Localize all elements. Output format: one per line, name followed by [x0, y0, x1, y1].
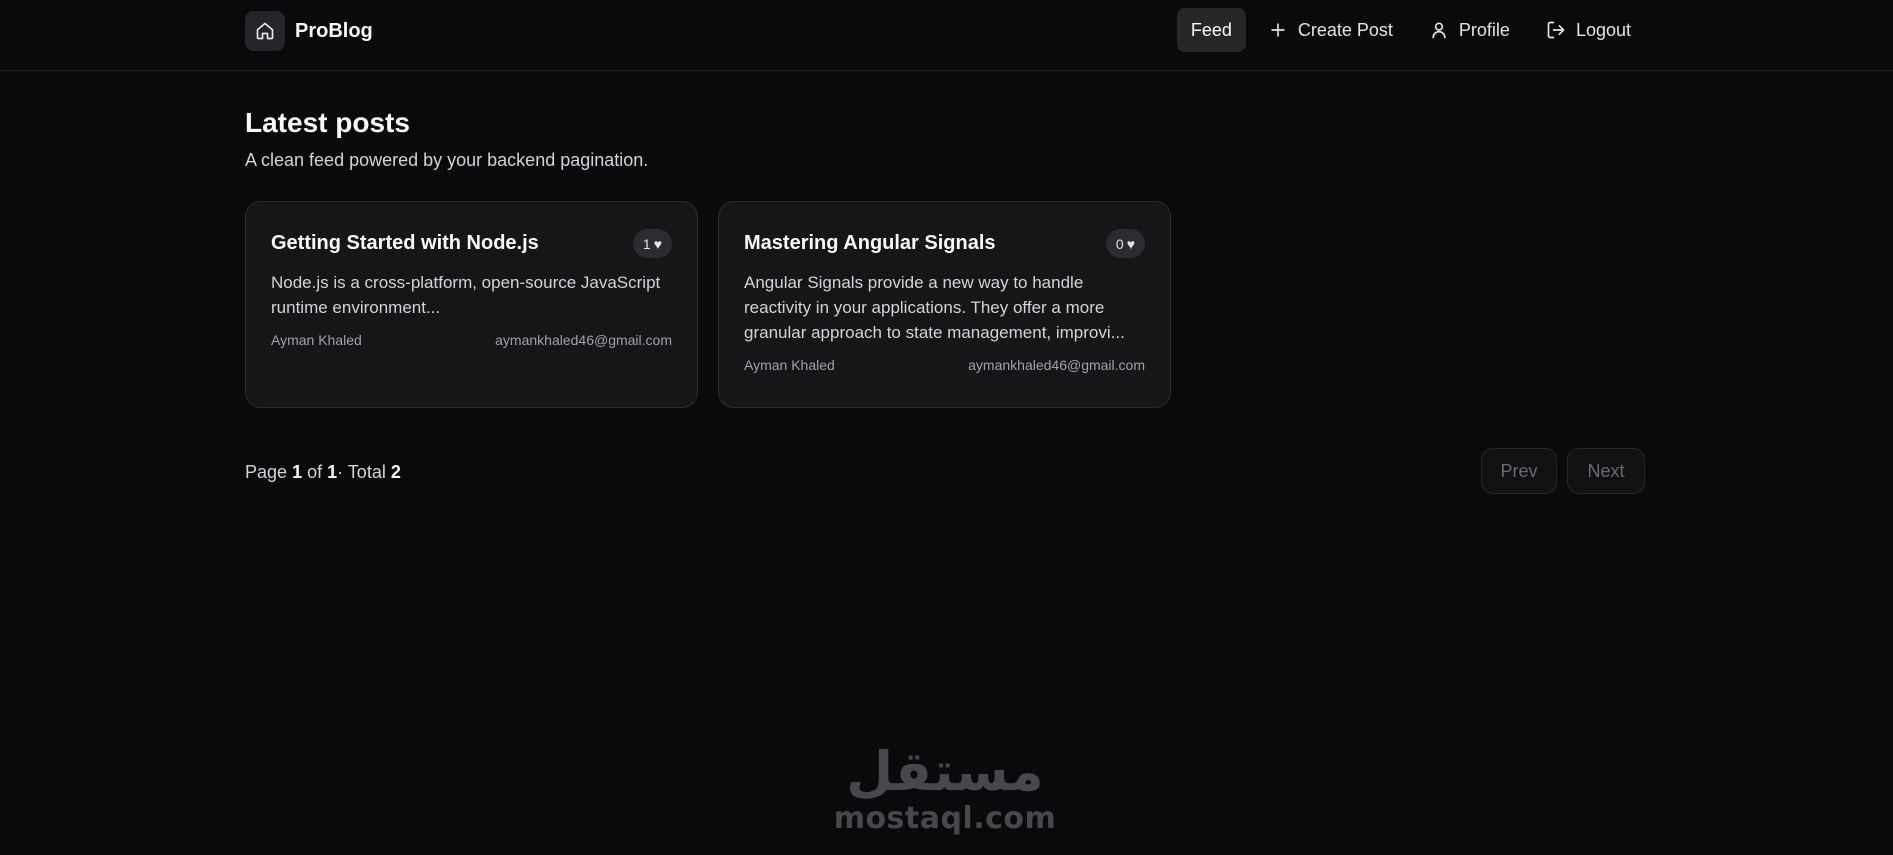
post-list: Getting Started with Node.js 1 ♥ Node.js… [245, 201, 1171, 408]
post-card[interactable]: Getting Started with Node.js 1 ♥ Node.js… [245, 201, 698, 408]
post-excerpt: Node.js is a cross-platform, open-source… [271, 273, 661, 317]
logout-icon [1547, 21, 1565, 39]
post-author-email: aymankhaled46@gmail.com [495, 332, 672, 348]
page-title: Latest posts [245, 107, 410, 138]
brand[interactable]: ProBlog [245, 11, 373, 51]
heart-icon: ♥ [653, 235, 662, 252]
total-label: · Total [337, 462, 386, 482]
nav-profile[interactable]: Profile [1415, 8, 1524, 52]
heart-icon: ♥ [1126, 235, 1135, 252]
user-icon [1432, 22, 1446, 39]
post-excerpt: Angular Signals provide a new way to han… [744, 273, 1125, 342]
like-count: 0 [1115, 235, 1124, 252]
post-author: Ayman Khaled [271, 332, 362, 348]
like-count: 1 [642, 235, 651, 252]
page-subtitle: A clean feed powered by your backend pag… [245, 150, 649, 170]
nav-create-post-label: Create Post [1297, 19, 1393, 40]
of-label: of [307, 462, 323, 482]
total-pages: 1 [327, 462, 338, 482]
pagination-controls: Prev Next [1481, 448, 1645, 494]
page-label: Page [245, 462, 288, 482]
like-badge[interactable]: 0 ♥ [1105, 229, 1145, 258]
plus-icon [1271, 23, 1285, 37]
current-page: 1 [292, 462, 303, 482]
post-meta: Ayman Khaled aymankhaled46@gmail.com [271, 332, 672, 348]
nav-logout[interactable]: Logout [1532, 8, 1645, 52]
watermark-latin-text: mostaql.com [833, 801, 1057, 836]
nav-profile-label: Profile [1458, 19, 1510, 40]
post-author: Ayman Khaled [744, 357, 835, 373]
post-author-email: aymankhaled46@gmail.com [968, 357, 1145, 373]
post-card[interactable]: Mastering Angular Signals 0 ♥ Angular Si… [718, 201, 1171, 408]
post-title[interactable]: Mastering Angular Signals [744, 228, 1145, 255]
nav-feed-label: Feed [1190, 19, 1232, 40]
nav-logout-label: Logout [1575, 19, 1631, 40]
watermark-logo: مستقل mostaql.com [830, 742, 1060, 836]
post-title[interactable]: Getting Started with Node.js [271, 228, 672, 255]
pagination-info: Page 1 of 1· Total 2 [245, 462, 401, 483]
nav-feed[interactable]: Feed [1176, 8, 1246, 52]
post-meta: Ayman Khaled aymankhaled46@gmail.com [744, 357, 1145, 373]
total-count: 2 [390, 462, 401, 482]
next-button[interactable]: Next [1567, 448, 1645, 494]
home-icon[interactable] [245, 11, 285, 51]
top-navbar: ProBlog Feed Create Post Profile Logout [0, 0, 1893, 71]
prev-button[interactable]: Prev [1481, 448, 1557, 494]
nav-create-post[interactable]: Create Post [1254, 8, 1407, 52]
brand-name[interactable]: ProBlog [295, 20, 373, 43]
like-badge[interactable]: 1 ♥ [632, 229, 672, 258]
watermark-arabic-text: مستقل [846, 740, 1044, 803]
main-nav: Feed Create Post Profile Logout [1176, 8, 1645, 52]
